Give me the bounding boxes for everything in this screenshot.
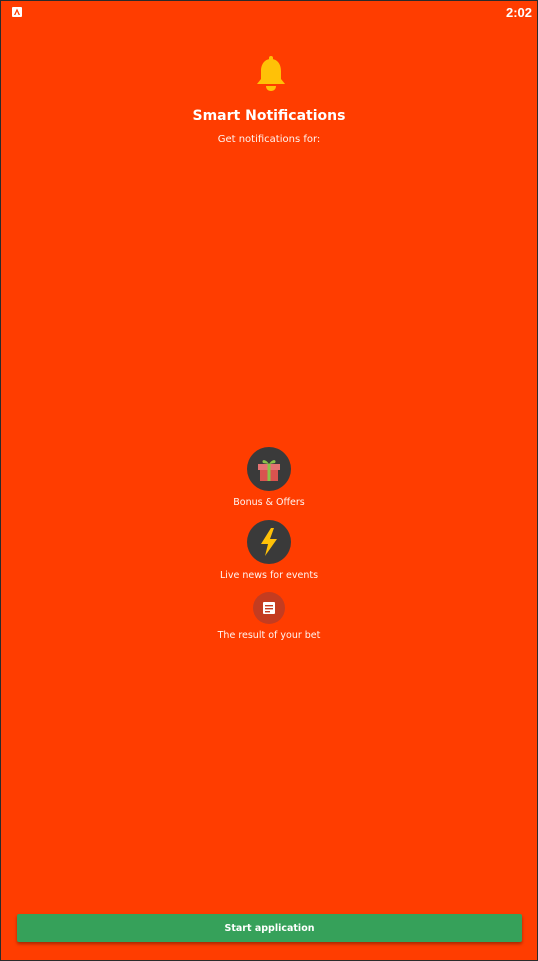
start-application-button[interactable]: Start application [17, 914, 522, 942]
lightning-icon [247, 520, 291, 564]
feature-bonus: Bonus & Offers [1, 447, 537, 508]
bell-icon [254, 56, 288, 92]
screen: 2:02 Smart Notifications Get notificatio… [1, 1, 537, 960]
feature-bet-result: The result of your bet [1, 592, 537, 641]
page-title: Smart Notifications [192, 108, 346, 124]
page-subtitle: Get notifications for: [217, 134, 321, 145]
receipt-icon [253, 592, 285, 624]
feature-label: The result of your bet [217, 630, 321, 641]
status-time: 2:02 [505, 5, 532, 20]
status-bar: 2:02 [1, 1, 537, 25]
feature-label: Bonus & Offers [233, 497, 305, 508]
gift-icon [247, 447, 291, 491]
feature-live-news: Live news for events [1, 520, 537, 581]
feature-label: Live news for events [219, 570, 319, 581]
android-notification-icon [12, 7, 22, 17]
